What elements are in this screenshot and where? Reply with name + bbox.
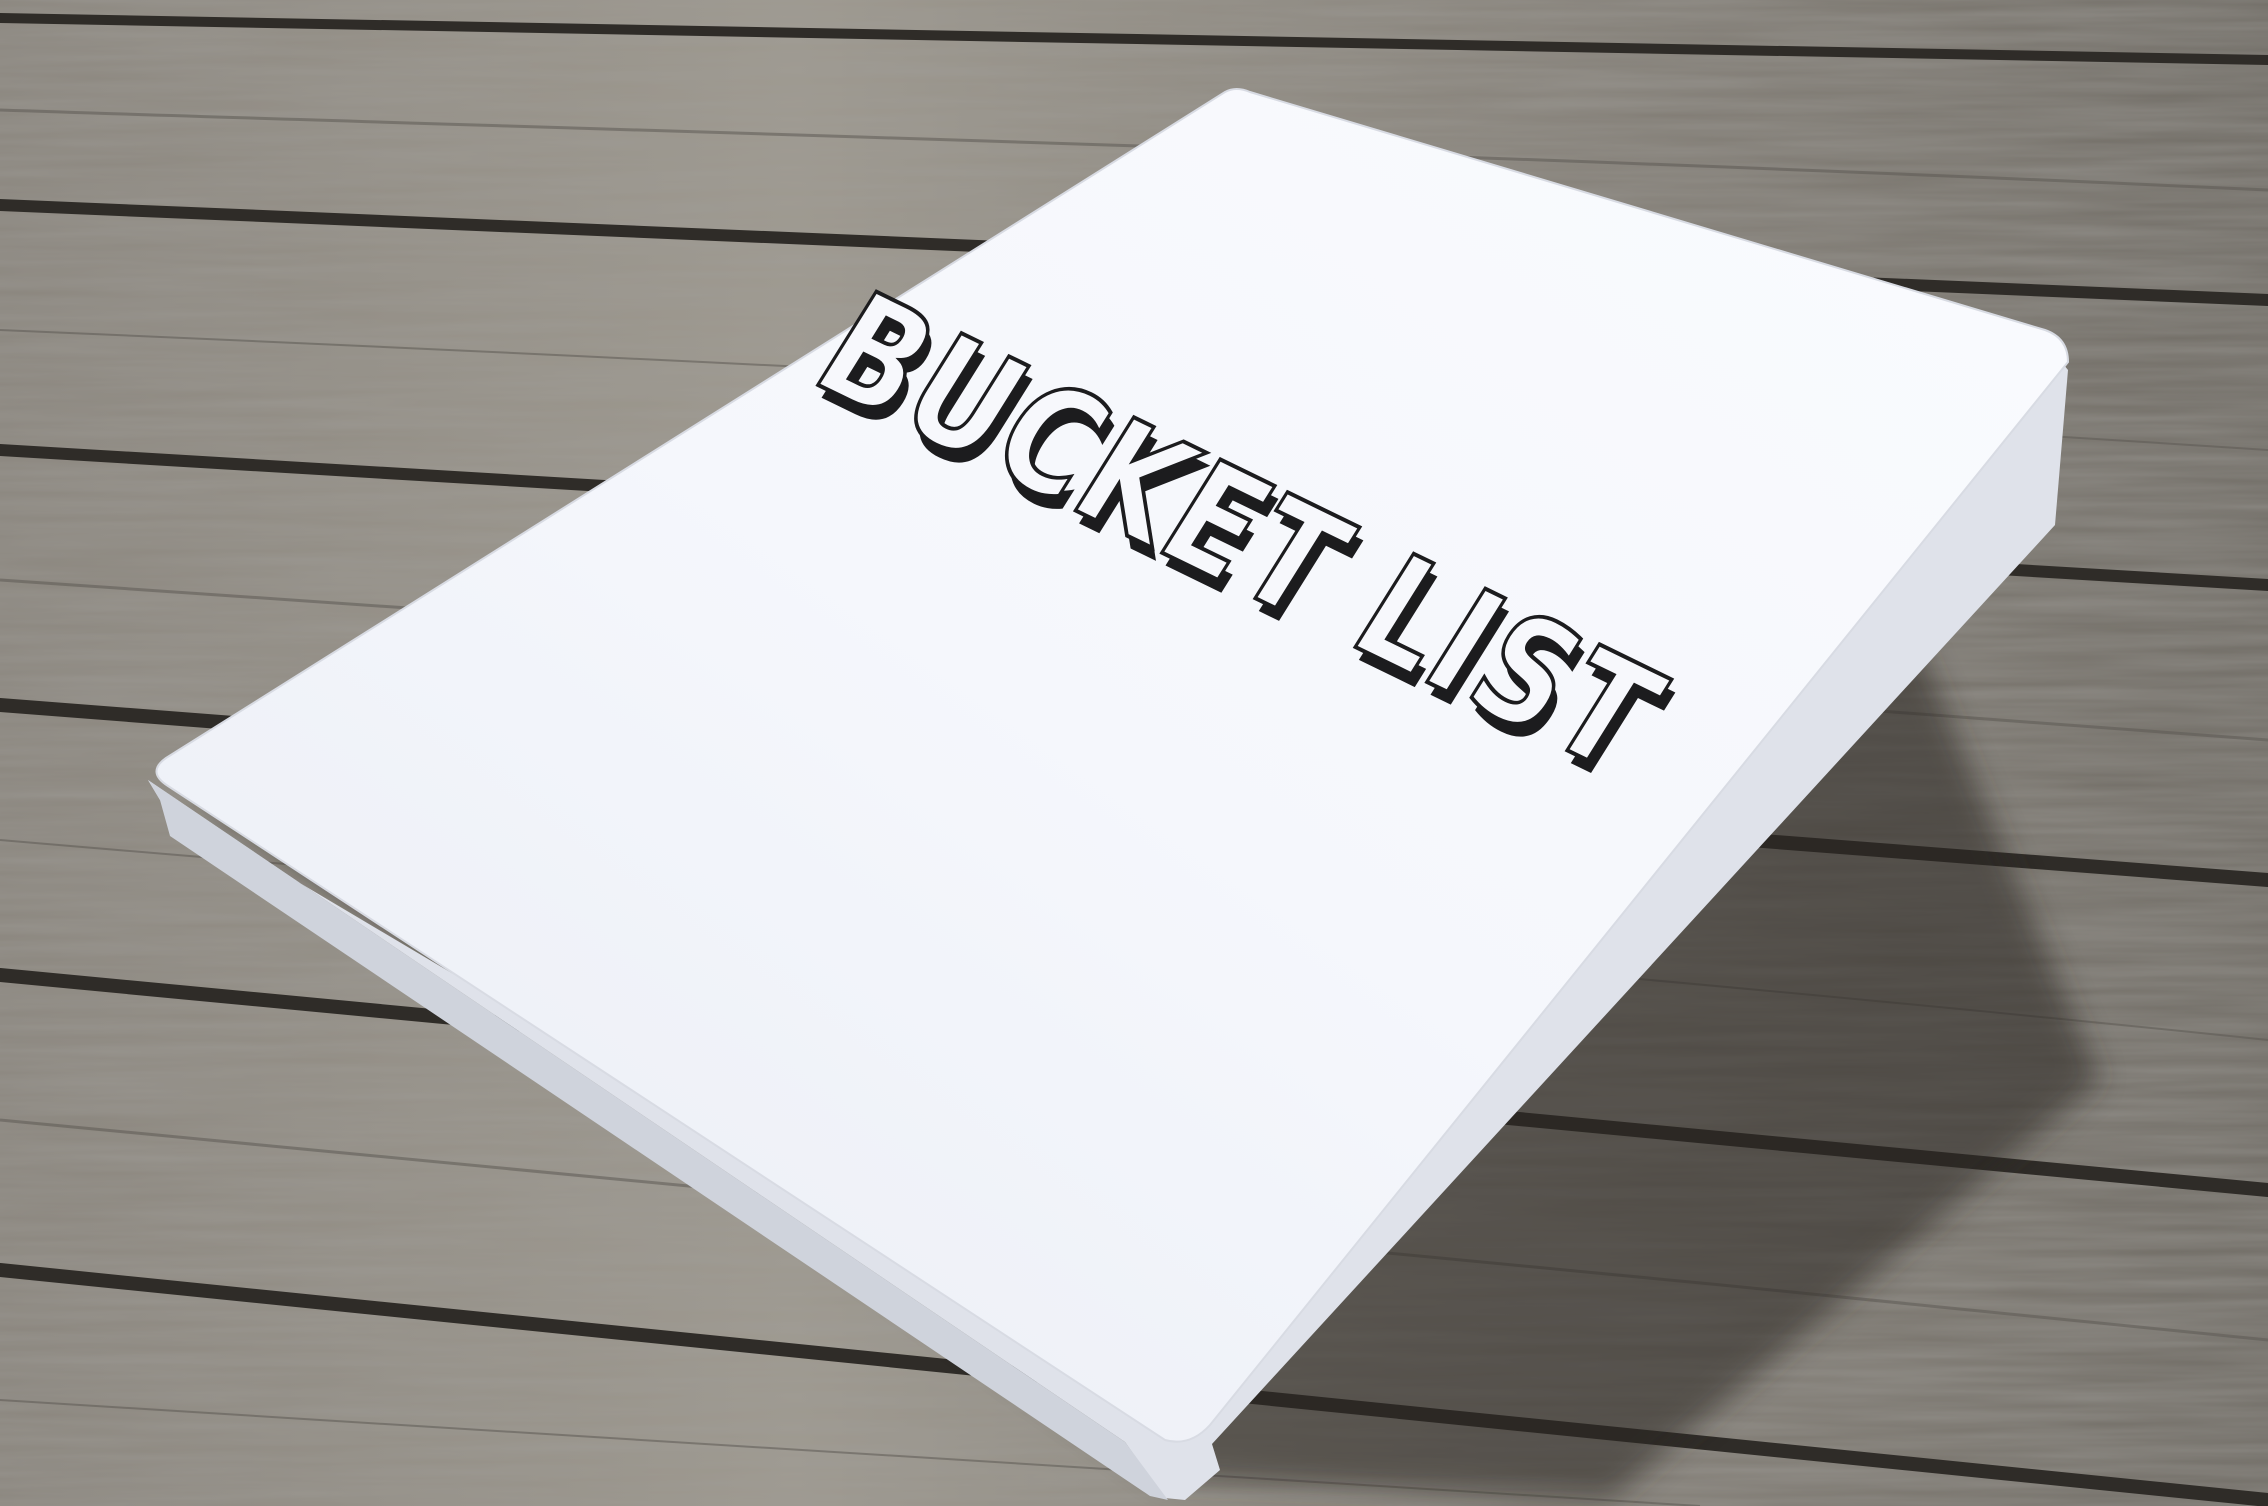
photo-scene: BUCKET LIST BUCKET LIST	[0, 0, 2268, 1506]
